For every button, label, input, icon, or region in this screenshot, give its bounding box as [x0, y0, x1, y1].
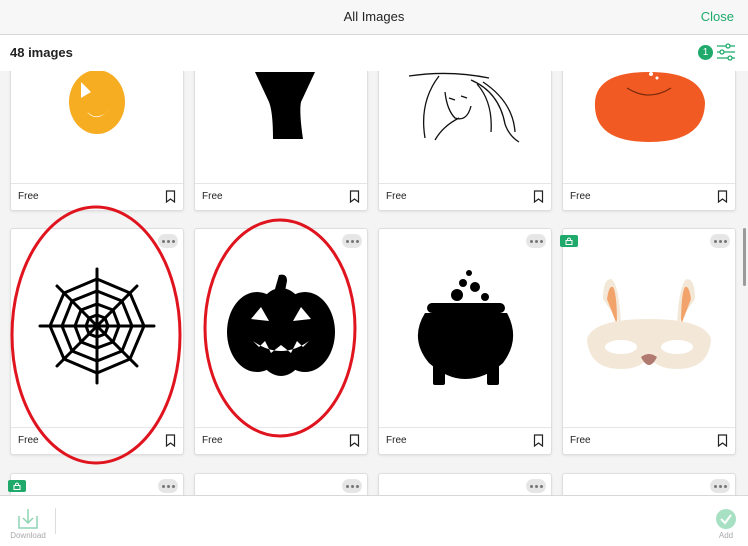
card-footer: Free — [379, 183, 551, 210]
add-label: Add — [718, 531, 734, 540]
filter-count-badge: 1 — [698, 45, 713, 60]
more-options-button[interactable] — [710, 479, 730, 493]
toolbar-divider — [55, 508, 56, 534]
jack-o-lantern-icon — [195, 229, 367, 428]
image-card[interactable]: Free — [194, 228, 368, 455]
image-card[interactable]: Free — [560, 228, 736, 455]
bookmark-icon[interactable] — [165, 190, 176, 203]
witch-icon — [379, 71, 551, 184]
price-label: Free — [202, 191, 223, 202]
image-card[interactable]: Free — [194, 71, 368, 211]
card-footer: Free — [195, 183, 367, 210]
card-footer: Free — [563, 427, 735, 454]
more-options-button[interactable] — [342, 234, 362, 248]
cauldron-icon — [379, 229, 551, 428]
price-label: Free — [386, 191, 407, 202]
more-options-button[interactable] — [158, 479, 178, 493]
bunny-mask-icon — [563, 229, 735, 428]
more-options-button[interactable] — [526, 479, 546, 493]
results-bar: 48 images 1 — [0, 35, 748, 71]
spider-web-icon — [11, 229, 183, 428]
add-button[interactable]: Add — [714, 506, 738, 540]
image-card[interactable] — [562, 473, 736, 495]
price-label: Free — [386, 435, 407, 446]
image-card[interactable] — [194, 473, 368, 495]
image-card[interactable] — [8, 473, 184, 495]
scrollbar[interactable] — [743, 228, 746, 286]
price-label: Free — [202, 435, 223, 446]
card-footer: Free — [563, 183, 735, 210]
download-icon — [18, 509, 38, 529]
top-bar: All Images Close — [0, 0, 748, 35]
bookmark-icon[interactable] — [717, 434, 728, 447]
filter-button[interactable]: 1 — [698, 43, 738, 63]
orange-pumpkin-icon — [563, 71, 735, 184]
filter-sliders-icon — [717, 43, 735, 61]
tree-trunk-icon — [195, 71, 367, 184]
lock-icon — [13, 482, 21, 490]
image-card[interactable] — [378, 473, 552, 495]
card-footer: Free — [11, 427, 183, 454]
bookmark-icon[interactable] — [717, 190, 728, 203]
bookmark-icon[interactable] — [533, 434, 544, 447]
bookmark-icon[interactable] — [349, 190, 360, 203]
more-options-button[interactable] — [526, 234, 546, 248]
bottom-bar: Download Add — [0, 495, 748, 546]
price-label: Free — [570, 191, 591, 202]
checkmark-icon — [716, 509, 736, 529]
price-label: Free — [18, 435, 39, 446]
price-label: Free — [18, 191, 39, 202]
card-footer: Free — [379, 427, 551, 454]
pumpkin-face-icon — [11, 71, 183, 184]
more-options-button[interactable] — [342, 479, 362, 493]
bookmark-icon[interactable] — [349, 434, 360, 447]
card-footer: Free — [11, 183, 183, 210]
image-card[interactable]: Free — [10, 71, 184, 211]
bookmark-icon[interactable] — [533, 190, 544, 203]
download-label: Download — [10, 531, 46, 540]
card-footer: Free — [195, 427, 367, 454]
image-card[interactable]: Free — [378, 228, 552, 455]
price-label: Free — [570, 435, 591, 446]
image-count: 48 images — [10, 45, 73, 60]
premium-tag — [8, 480, 26, 492]
bookmark-icon[interactable] — [165, 434, 176, 447]
more-options-button[interactable] — [158, 234, 178, 248]
page-title: All Images — [343, 9, 405, 24]
close-button[interactable]: Close — [701, 9, 734, 24]
image-card[interactable]: Free — [562, 71, 736, 211]
image-card[interactable]: Free — [378, 71, 552, 211]
image-grid: Free Free Free Free Free Free Free Free — [0, 71, 748, 495]
download-button[interactable]: Download — [8, 506, 48, 540]
image-card[interactable]: Free — [10, 228, 184, 455]
more-options-button[interactable] — [710, 234, 730, 248]
